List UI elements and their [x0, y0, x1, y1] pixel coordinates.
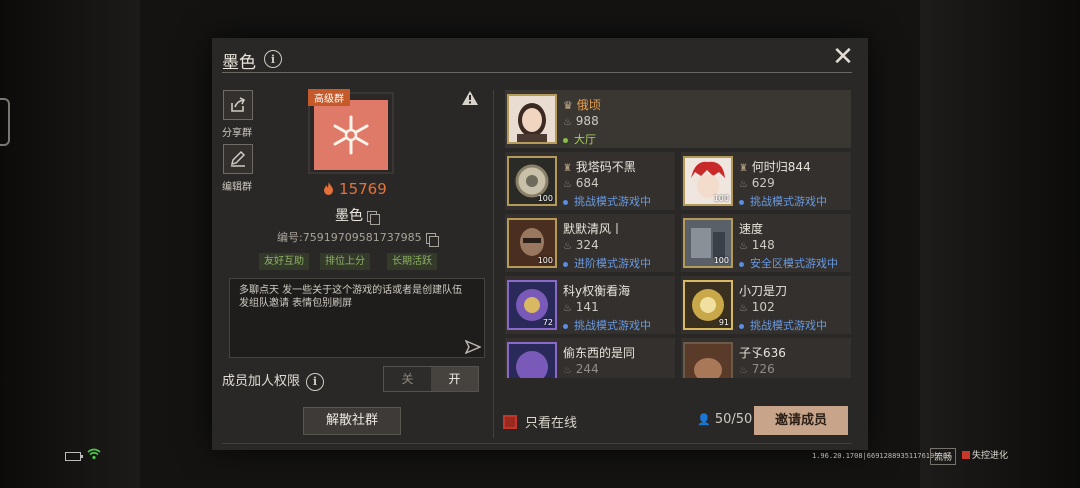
panel-title-text: 墨色 [222, 53, 256, 73]
wifi-icon [87, 448, 101, 460]
member-card[interactable]: 100 ♜ 何时归844 ♨ 629 挑战模式游戏中 [681, 152, 851, 210]
info-icon[interactable]: i [306, 372, 325, 391]
member-card[interactable]: 子孓636 ♨ 726 [681, 338, 851, 378]
flame-icon: ♨ [739, 303, 748, 314]
share-icon [231, 97, 246, 112]
bottom-divider [222, 443, 852, 444]
flame-icon: ♨ [739, 241, 748, 252]
status-dot [739, 323, 744, 329]
group-heat: 15769 [320, 180, 390, 198]
version-text: 1.96.20.1708|66912889351176195 [812, 452, 939, 460]
status-dot [563, 323, 568, 329]
member-card[interactable]: 偷东西的是同 ♨ 244 [505, 338, 675, 378]
group-heat-value: 15769 [339, 180, 387, 198]
invite-members-button[interactable]: 邀请成员 [754, 406, 848, 435]
group-id: 编号:75919709581737985 [277, 229, 439, 247]
medal-icon: ♜ [739, 163, 748, 174]
toggle-on[interactable]: 开 [431, 367, 478, 391]
network-quality-badge: 流畅 [930, 448, 957, 465]
member-card[interactable]: ♛ 俄顷 ♨ 988 大厅 [505, 90, 851, 148]
member-avatar: 100 [507, 218, 557, 268]
permission-toggle[interactable]: 关 开 [383, 366, 479, 392]
status-dot [739, 261, 744, 267]
status-dot [739, 199, 744, 205]
column-divider [493, 90, 494, 438]
flame-icon: ♨ [739, 365, 748, 376]
status-dot [563, 261, 568, 267]
background-left [0, 0, 140, 488]
report-warning-icon[interactable] [461, 90, 479, 106]
medal-icon: ♜ [563, 163, 572, 174]
info-icon[interactable]: i [264, 50, 282, 68]
copy-id-icon[interactable] [425, 232, 439, 247]
battery-icon [65, 452, 83, 461]
flame-icon: ♨ [563, 365, 572, 376]
group-description[interactable]: 多聊点天 发一些关于这个游戏的话或者是创建队伍 发组队邀请 表情包别刷屏 [229, 278, 485, 358]
member-avatar: 100 [507, 156, 557, 206]
group-name: 墨色 [335, 205, 380, 225]
flame-icon [324, 182, 334, 195]
member-invite-permission-label: 成员加人权限 i [222, 370, 325, 391]
edit-group-button[interactable] [223, 144, 253, 174]
flame-icon: ♨ [563, 117, 572, 128]
online-dot [563, 137, 568, 143]
member-avatar [683, 342, 733, 378]
edit-group-label[interactable]: 编辑群 [222, 178, 252, 193]
member-card[interactable]: 100 ♜ 我塔码不黑 ♨ 684 挑战模式游戏中 [505, 152, 675, 210]
member-card[interactable]: 100 速度 ♨ 148 安全区模式游戏中 [681, 214, 851, 272]
member-card[interactable]: 72 科y权衡看海 ♨ 141 挑战模式游戏中 [505, 276, 675, 334]
only-online-checkbox[interactable] [503, 415, 517, 429]
flame-icon: ♨ [563, 179, 572, 190]
share-group-label[interactable]: 分享群 [222, 124, 252, 139]
panel-title: 墨色 i [222, 48, 282, 73]
side-drawer-handle[interactable] [0, 98, 10, 146]
member-count: 👤 50/50 [697, 412, 753, 427]
member-card[interactable]: 100 默默清风丨 ♨ 324 进阶模式游戏中 [505, 214, 675, 272]
close-icon[interactable]: ✕ [832, 44, 854, 70]
member-avatar: 91 [683, 280, 733, 330]
flame-icon: ♨ [739, 179, 748, 190]
send-icon[interactable] [465, 340, 481, 354]
premium-group-badge: 高级群 [308, 89, 350, 106]
toggle-off[interactable]: 关 [384, 367, 431, 391]
only-online-toggle[interactable]: 只看在线 [503, 412, 577, 431]
status-dot [563, 199, 568, 205]
member-card[interactable]: 91 小刀是刀 ♨ 102 挑战模式游戏中 [681, 276, 851, 334]
member-avatar [507, 342, 557, 378]
crown-icon: ♛ [563, 99, 573, 112]
copy-icon[interactable] [367, 210, 380, 225]
member-avatar: 100 [683, 218, 733, 268]
game-logo: 失控进化 [962, 448, 1008, 461]
member-avatar: 100 [683, 156, 733, 206]
share-group-button[interactable] [223, 90, 253, 120]
group-tag: 友好互助 [259, 253, 309, 270]
background-right [920, 0, 1080, 488]
disband-group-button[interactable]: 解散社群 [303, 407, 401, 435]
group-tag: 排位上分 [320, 253, 370, 270]
group-tag: 长期活跃 [387, 253, 437, 270]
member-avatar: 72 [507, 280, 557, 330]
flame-icon: ♨ [563, 241, 572, 252]
person-icon: 👤 [697, 413, 711, 426]
pencil-icon [230, 150, 246, 167]
member-avatar [507, 94, 557, 144]
flame-icon: ♨ [563, 303, 572, 314]
title-divider [222, 72, 852, 73]
snowflake-icon [333, 115, 369, 155]
